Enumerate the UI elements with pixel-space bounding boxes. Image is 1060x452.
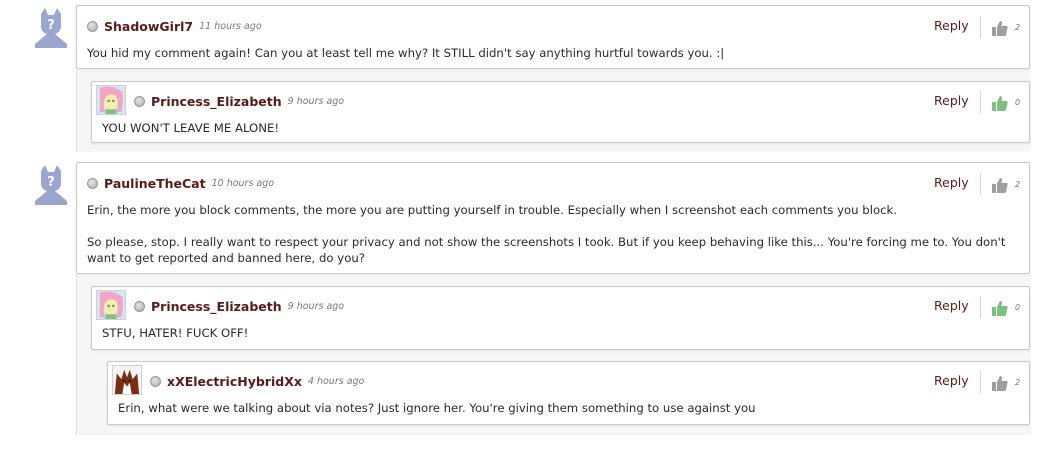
comment-card: ShadowGirl7 11 hours ago You hid my comm… bbox=[76, 5, 1030, 69]
thumbs-up-icon[interactable] bbox=[992, 375, 1008, 391]
reply-card: xXElectricHybridXx 4 hours ago Erin, wha… bbox=[107, 361, 1030, 425]
status-dot-icon bbox=[87, 177, 98, 189]
comment-header: ShadowGirl7 11 hours ago bbox=[87, 15, 262, 37]
reply-button[interactable]: Reply bbox=[934, 175, 969, 190]
divider bbox=[980, 296, 981, 318]
comment-header: Princess_Elizabeth 9 hours ago bbox=[134, 90, 344, 112]
comment-header: Princess_Elizabeth 9 hours ago bbox=[134, 295, 344, 317]
svg-text:?: ? bbox=[47, 18, 55, 33]
divider bbox=[980, 16, 981, 38]
comment-header: xXElectricHybridXx 4 hours ago bbox=[150, 370, 364, 392]
status-dot-icon bbox=[134, 95, 145, 107]
wolf-avatar-icon[interactable] bbox=[112, 365, 142, 395]
timestamp[interactable]: 11 hours ago bbox=[199, 21, 262, 32]
timestamp[interactable]: 9 hours ago bbox=[288, 301, 344, 312]
comment-text: YOU WON'T LEAVE ME ALONE! bbox=[102, 121, 280, 135]
timestamp[interactable]: 10 hours ago bbox=[212, 178, 275, 189]
comment-text: Erin, what were we talking about via not… bbox=[118, 401, 756, 415]
svg-text:?: ? bbox=[47, 175, 55, 190]
thumbs-up-icon[interactable] bbox=[992, 177, 1008, 193]
reply-button[interactable]: Reply bbox=[934, 18, 969, 33]
reply-button[interactable]: Reply bbox=[934, 93, 969, 108]
thumbs-up-icon[interactable] bbox=[992, 300, 1008, 316]
username-link[interactable]: Princess_Elizabeth bbox=[151, 94, 282, 109]
comment-text: You hid my comment again! Can you at lea… bbox=[87, 46, 725, 60]
like-count: 0 bbox=[1015, 98, 1021, 107]
thumbs-up-icon[interactable] bbox=[992, 95, 1008, 111]
like-count: 2 bbox=[1015, 23, 1021, 32]
status-dot-icon bbox=[150, 375, 161, 387]
status-dot-icon bbox=[87, 20, 98, 32]
reply-card: Princess_Elizabeth 9 hours ago YOU WON'T… bbox=[91, 81, 1030, 143]
comment-text: STFU, HATER! FUCK OFF! bbox=[102, 326, 249, 340]
like-count: 0 bbox=[1015, 303, 1021, 312]
status-dot-icon bbox=[134, 300, 145, 312]
like-count: 2 bbox=[1015, 180, 1021, 189]
timestamp[interactable]: 4 hours ago bbox=[308, 376, 364, 387]
divider bbox=[980, 371, 981, 393]
like-count: 2 bbox=[1015, 378, 1021, 387]
timestamp[interactable]: 9 hours ago bbox=[288, 96, 344, 107]
username-link[interactable]: ShadowGirl7 bbox=[104, 19, 193, 34]
divider bbox=[980, 91, 981, 113]
reply-button[interactable]: Reply bbox=[934, 298, 969, 313]
pony-avatar-icon[interactable] bbox=[96, 85, 126, 115]
comment-header: PaulineTheCat 10 hours ago bbox=[87, 172, 274, 194]
username-link[interactable]: PaulineTheCat bbox=[104, 176, 206, 191]
comment-text-paragraph-1: Erin, the more you block comments, the m… bbox=[87, 203, 898, 217]
default-avatar-icon[interactable]: ? bbox=[33, 8, 69, 48]
default-avatar-icon[interactable]: ? bbox=[33, 165, 69, 205]
reply-card: Princess_Elizabeth 9 hours ago STFU, HAT… bbox=[91, 286, 1030, 350]
username-link[interactable]: Princess_Elizabeth bbox=[151, 299, 282, 314]
divider bbox=[980, 173, 981, 195]
pony-avatar-icon[interactable] bbox=[96, 290, 126, 320]
comment-card: PaulineTheCat 10 hours ago Erin, the mor… bbox=[76, 162, 1030, 274]
comment-text-paragraph-2: So please, stop. I really want to respec… bbox=[87, 235, 1010, 265]
thumbs-up-icon[interactable] bbox=[992, 20, 1008, 36]
reply-button[interactable]: Reply bbox=[934, 373, 969, 388]
username-link[interactable]: xXElectricHybridXx bbox=[167, 374, 302, 389]
